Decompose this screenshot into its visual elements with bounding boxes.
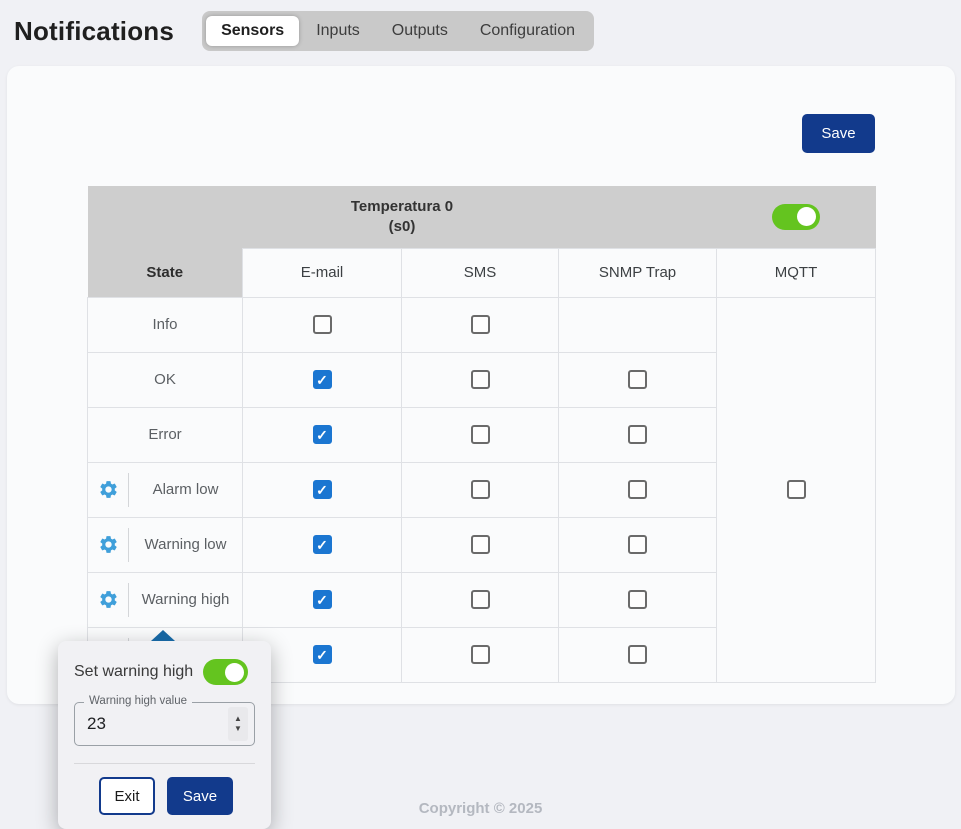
column-header-sms: SMS: [402, 248, 559, 297]
sensor-header-band: Temperatura 0 (s0): [88, 186, 876, 248]
column-header-row: State E-mail SMS SNMP Trap MQTT: [88, 248, 876, 297]
snmp-trap-checkbox[interactable]: [628, 425, 647, 444]
sms-cell: [402, 572, 559, 627]
content-card: Save Temperatura 0 (s0) State: [7, 66, 955, 704]
email-cell: ✓: [243, 352, 402, 407]
warning-high-value-field[interactable]: Warning high value 23 ▲ ▼: [74, 702, 255, 746]
popup-toggle-label: Set warning high: [74, 663, 193, 681]
row-state-label: OK: [88, 371, 242, 388]
snmp-trap-checkbox[interactable]: [628, 645, 647, 664]
email-checkbox[interactable]: ✓: [313, 425, 332, 444]
snmp-trap-cell: [559, 352, 717, 407]
sensor-table-body: Info OK ✓ Error ✓: [88, 297, 876, 682]
tab-outputs[interactable]: Outputs: [377, 16, 463, 46]
field-label: Warning high value: [84, 695, 192, 707]
sms-cell: [402, 352, 559, 407]
row-state-label: Warning low: [129, 536, 242, 553]
gear-icon[interactable]: [88, 589, 128, 610]
sms-checkbox[interactable]: [471, 425, 490, 444]
sms-cell: [402, 627, 559, 682]
email-cell: ✓: [243, 572, 402, 627]
page-title: Notifications: [14, 16, 174, 47]
value-spinner: ▲ ▼: [228, 707, 248, 741]
email-checkbox[interactable]: [313, 315, 332, 334]
sms-cell: [402, 462, 559, 517]
snmp-trap-cell: [559, 297, 717, 352]
row-state-label: Warning high: [129, 591, 242, 608]
sensor-enabled-toggle[interactable]: [772, 204, 820, 230]
gear-icon[interactable]: [88, 479, 128, 500]
sms-cell: [402, 297, 559, 352]
snmp-trap-checkbox[interactable]: [628, 370, 647, 389]
snmp-trap-checkbox[interactable]: [628, 480, 647, 499]
email-cell: ✓: [243, 407, 402, 462]
sms-checkbox[interactable]: [471, 535, 490, 554]
mqtt-checkbox[interactable]: [787, 480, 806, 499]
email-checkbox[interactable]: ✓: [313, 370, 332, 389]
snmp-trap-cell: [559, 572, 717, 627]
column-header-state: State: [88, 248, 243, 297]
email-checkbox[interactable]: ✓: [313, 535, 332, 554]
row-state-label: Error: [88, 426, 242, 443]
email-cell: [243, 297, 402, 352]
mqtt-cell: [717, 297, 876, 682]
sms-checkbox[interactable]: [471, 315, 490, 334]
set-warning-high-popup: Set warning high Warning high value 23 ▲…: [58, 641, 271, 829]
email-checkbox[interactable]: ✓: [313, 590, 332, 609]
sms-cell: [402, 517, 559, 572]
sensor-title: Temperatura 0 (s0): [88, 186, 717, 248]
snmp-trap-cell: [559, 407, 717, 462]
snmp-trap-cell: [559, 517, 717, 572]
spinner-up-button[interactable]: ▲: [234, 715, 242, 724]
sms-checkbox[interactable]: [471, 370, 490, 389]
snmp-trap-checkbox[interactable]: [628, 590, 647, 609]
snmp-trap-cell: [559, 462, 717, 517]
warning-high-value-input[interactable]: 23: [87, 714, 228, 734]
tab-bar: SensorsInputsOutputsConfiguration: [202, 11, 594, 51]
tab-sensors[interactable]: Sensors: [206, 16, 299, 46]
sms-checkbox[interactable]: [471, 590, 490, 609]
save-button[interactable]: Save: [802, 114, 875, 153]
email-cell: ✓: [243, 462, 402, 517]
column-header-mqtt: MQTT: [717, 248, 876, 297]
tab-configuration[interactable]: Configuration: [465, 16, 590, 46]
column-header-email: E-mail: [243, 248, 402, 297]
sms-checkbox[interactable]: [471, 480, 490, 499]
email-checkbox[interactable]: ✓: [313, 480, 332, 499]
email-checkbox[interactable]: ✓: [313, 645, 332, 664]
row-state-label: Alarm low: [129, 481, 242, 498]
page-header: Notifications SensorsInputsOutputsConfig…: [0, 0, 961, 62]
sms-cell: [402, 407, 559, 462]
set-warning-high-toggle[interactable]: [203, 659, 248, 685]
row-state-label: Info: [88, 316, 242, 333]
sms-checkbox[interactable]: [471, 645, 490, 664]
email-cell: ✓: [243, 517, 402, 572]
snmp-trap-checkbox[interactable]: [628, 535, 647, 554]
popup-divider: [74, 763, 255, 764]
spinner-down-button[interactable]: ▼: [234, 725, 242, 734]
tab-inputs[interactable]: Inputs: [301, 16, 375, 46]
exit-button[interactable]: Exit: [99, 777, 155, 815]
table-row: Info: [88, 297, 876, 352]
gear-icon[interactable]: [88, 534, 128, 555]
sensor-notifications-table: Temperatura 0 (s0) State E-mail SMS SNMP…: [87, 186, 876, 683]
snmp-trap-cell: [559, 627, 717, 682]
popup-save-button[interactable]: Save: [167, 777, 233, 815]
column-header-snmp-trap: SNMP Trap: [559, 248, 717, 297]
